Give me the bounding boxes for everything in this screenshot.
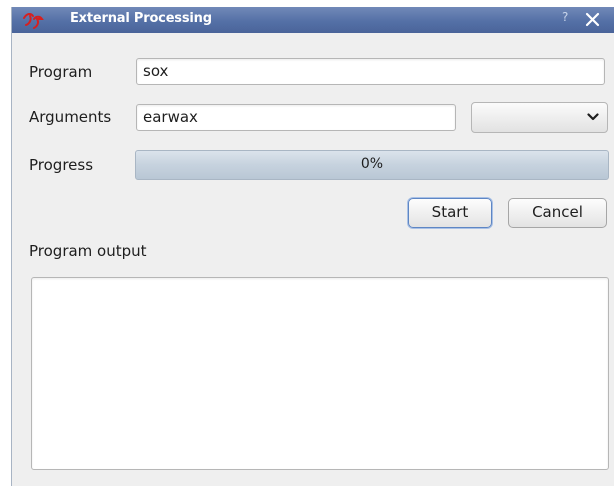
help-button[interactable]: ? [562, 10, 568, 24]
chevron-down-icon [587, 113, 599, 121]
progress-bar: 0% [135, 150, 609, 180]
arguments-label: Arguments [29, 108, 112, 126]
program-output-textarea[interactable] [31, 277, 609, 470]
arguments-preset-dropdown[interactable] [471, 102, 608, 133]
progress-text: 0% [360, 156, 384, 172]
window-title: External Processing [70, 11, 212, 26]
external-processing-dialog: External Processing ? Program sox Argume… [11, 7, 614, 486]
cancel-button[interactable]: Cancel [508, 198, 607, 228]
program-output-label: Program output [29, 242, 147, 260]
program-label: Program [29, 63, 93, 81]
start-button[interactable]: Start [408, 198, 492, 228]
arguments-input[interactable]: earwax [136, 104, 456, 131]
close-icon[interactable] [582, 7, 604, 33]
program-input[interactable]: sox [136, 58, 605, 85]
app-logo-icon [23, 12, 44, 29]
progress-label: Progress [29, 156, 94, 174]
title-bar[interactable]: External Processing ? [12, 7, 614, 33]
